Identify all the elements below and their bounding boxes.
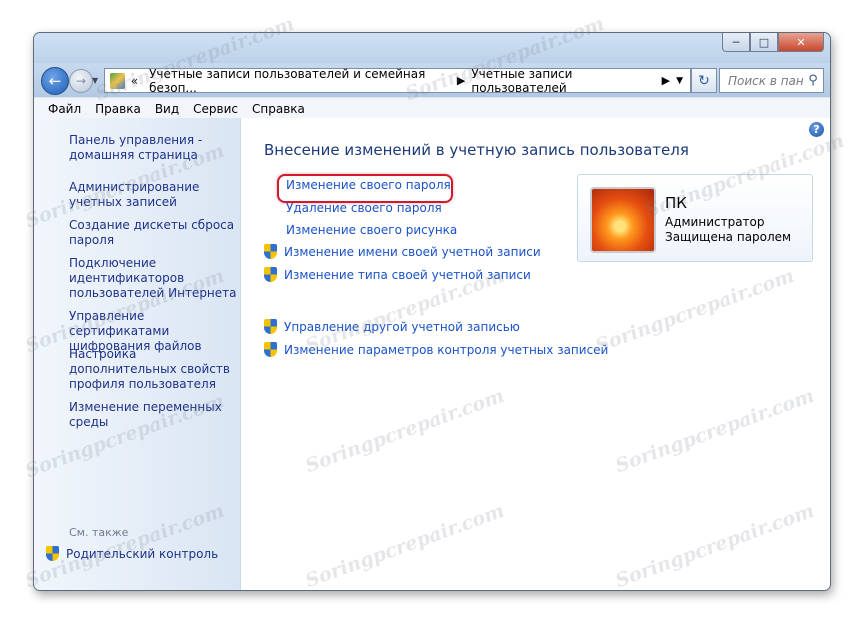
title-bar: ─ □ ✕ [34,33,830,63]
account-status: Защищена паролем [665,230,792,244]
sidebar-item-control-panel-home[interactable]: Панель управления - домашняя страница [69,133,239,163]
parental-control-label[interactable]: Родительский контроль [66,547,218,561]
breadcrumb-item-accounts-family[interactable]: Учетные записи пользователей и семейная … [149,67,451,95]
refresh-icon: ↻ [698,72,710,89]
manage-another-account-label[interactable]: Управление другой учетной записью [284,320,520,334]
breadcrumb-prefix[interactable]: « [131,74,138,88]
sidebar-item-environment-variables[interactable]: Изменение переменных среды [69,400,239,430]
close-button[interactable]: ✕ [778,33,824,52]
change-account-name-label[interactable]: Изменение имени своей учетной записи [284,245,541,259]
breadcrumb-separator-icon[interactable]: ▶ [662,74,670,87]
page-title: Внесение изменений в учетную запись поль… [264,141,689,159]
menu-edit[interactable]: Правка [95,102,141,116]
maximize-button[interactable]: □ [750,33,778,52]
search-icon[interactable]: ⚲ [803,73,823,88]
uac-shield-icon [46,546,59,561]
menu-file[interactable]: Файл [48,102,81,116]
sidebar-item-online-ids[interactable]: Подключение идентификаторов пользователе… [69,256,239,301]
uac-shield-icon [264,319,277,334]
remove-password-link[interactable]: Удаление своего пароля [286,201,442,215]
explorer-window: ─ □ ✕ ← → ▼ « Учетные записи пользовател… [33,32,831,591]
manage-another-account-link[interactable]: Управление другой учетной записью [264,319,520,334]
refresh-button[interactable]: ↻ [691,68,717,93]
back-button[interactable]: ← [41,67,69,95]
sidebar: Панель управления - домашняя страница Ад… [34,118,241,590]
forward-arrow-icon: → [75,74,87,88]
see-also-heading: См. также [69,526,129,539]
search-placeholder: Поиск в пан... [728,73,803,88]
sidebar-item-reset-disk[interactable]: Создание дискеты сброса пароля [69,218,239,248]
change-account-type-link[interactable]: Изменение типа своей учетной записи [264,267,531,282]
parental-control-link[interactable]: Родительский контроль [46,546,218,561]
menu-view[interactable]: Вид [155,102,179,116]
menu-bar: Файл Правка Вид Сервис Справка [34,97,830,120]
breadcrumb-item-user-accounts[interactable]: Учетные записи пользователей [471,67,655,95]
recent-pages-dropdown[interactable]: ▼ [92,76,98,85]
change-account-name-link[interactable]: Изменение имени своей учетной записи [264,244,541,259]
uac-settings-label[interactable]: Изменение параметров контроля учетных за… [284,343,608,357]
sidebar-item-profile-properties[interactable]: Настройка дополнительных свойств профиля… [69,347,239,392]
menu-tools[interactable]: Сервис [193,102,238,116]
change-picture-link[interactable]: Изменение своего рисунка [286,223,457,237]
uac-shield-icon [264,244,277,259]
breadcrumb-separator-icon[interactable]: ▶ [457,74,465,87]
caption-buttons: ─ □ ✕ [722,33,824,52]
uac-shield-icon [264,342,277,357]
account-card: ПК Администратор Защищена паролем [577,174,813,262]
change-account-type-label[interactable]: Изменение типа своей учетной записи [284,268,531,282]
sidebar-item-manage-accounts[interactable]: Администрирование учетных записей [69,180,239,210]
uac-settings-link[interactable]: Изменение параметров контроля учетных за… [264,342,608,357]
account-role: Администратор [665,215,765,229]
minimize-button[interactable]: ─ [722,33,750,52]
change-password-link[interactable]: Изменение своего пароля [286,178,451,192]
forward-button[interactable]: → [69,69,93,93]
help-icon[interactable]: ? [809,122,824,137]
account-name: ПК [665,194,687,212]
address-dropdown-icon[interactable]: ▼ [676,76,683,86]
menu-help[interactable]: Справка [252,102,305,116]
navigation-bar: ← → ▼ « Учетные записи пользователей и с… [34,63,830,97]
search-box[interactable]: Поиск в пан... ⚲ [719,68,824,93]
user-avatar [590,187,656,253]
control-panel-icon [110,72,125,89]
main-content: ? Внесение изменений в учетную запись по… [241,118,830,590]
uac-shield-icon [264,267,277,282]
back-arrow-icon: ← [48,72,62,90]
address-bar[interactable]: « Учетные записи пользователей и семейна… [104,67,691,95]
